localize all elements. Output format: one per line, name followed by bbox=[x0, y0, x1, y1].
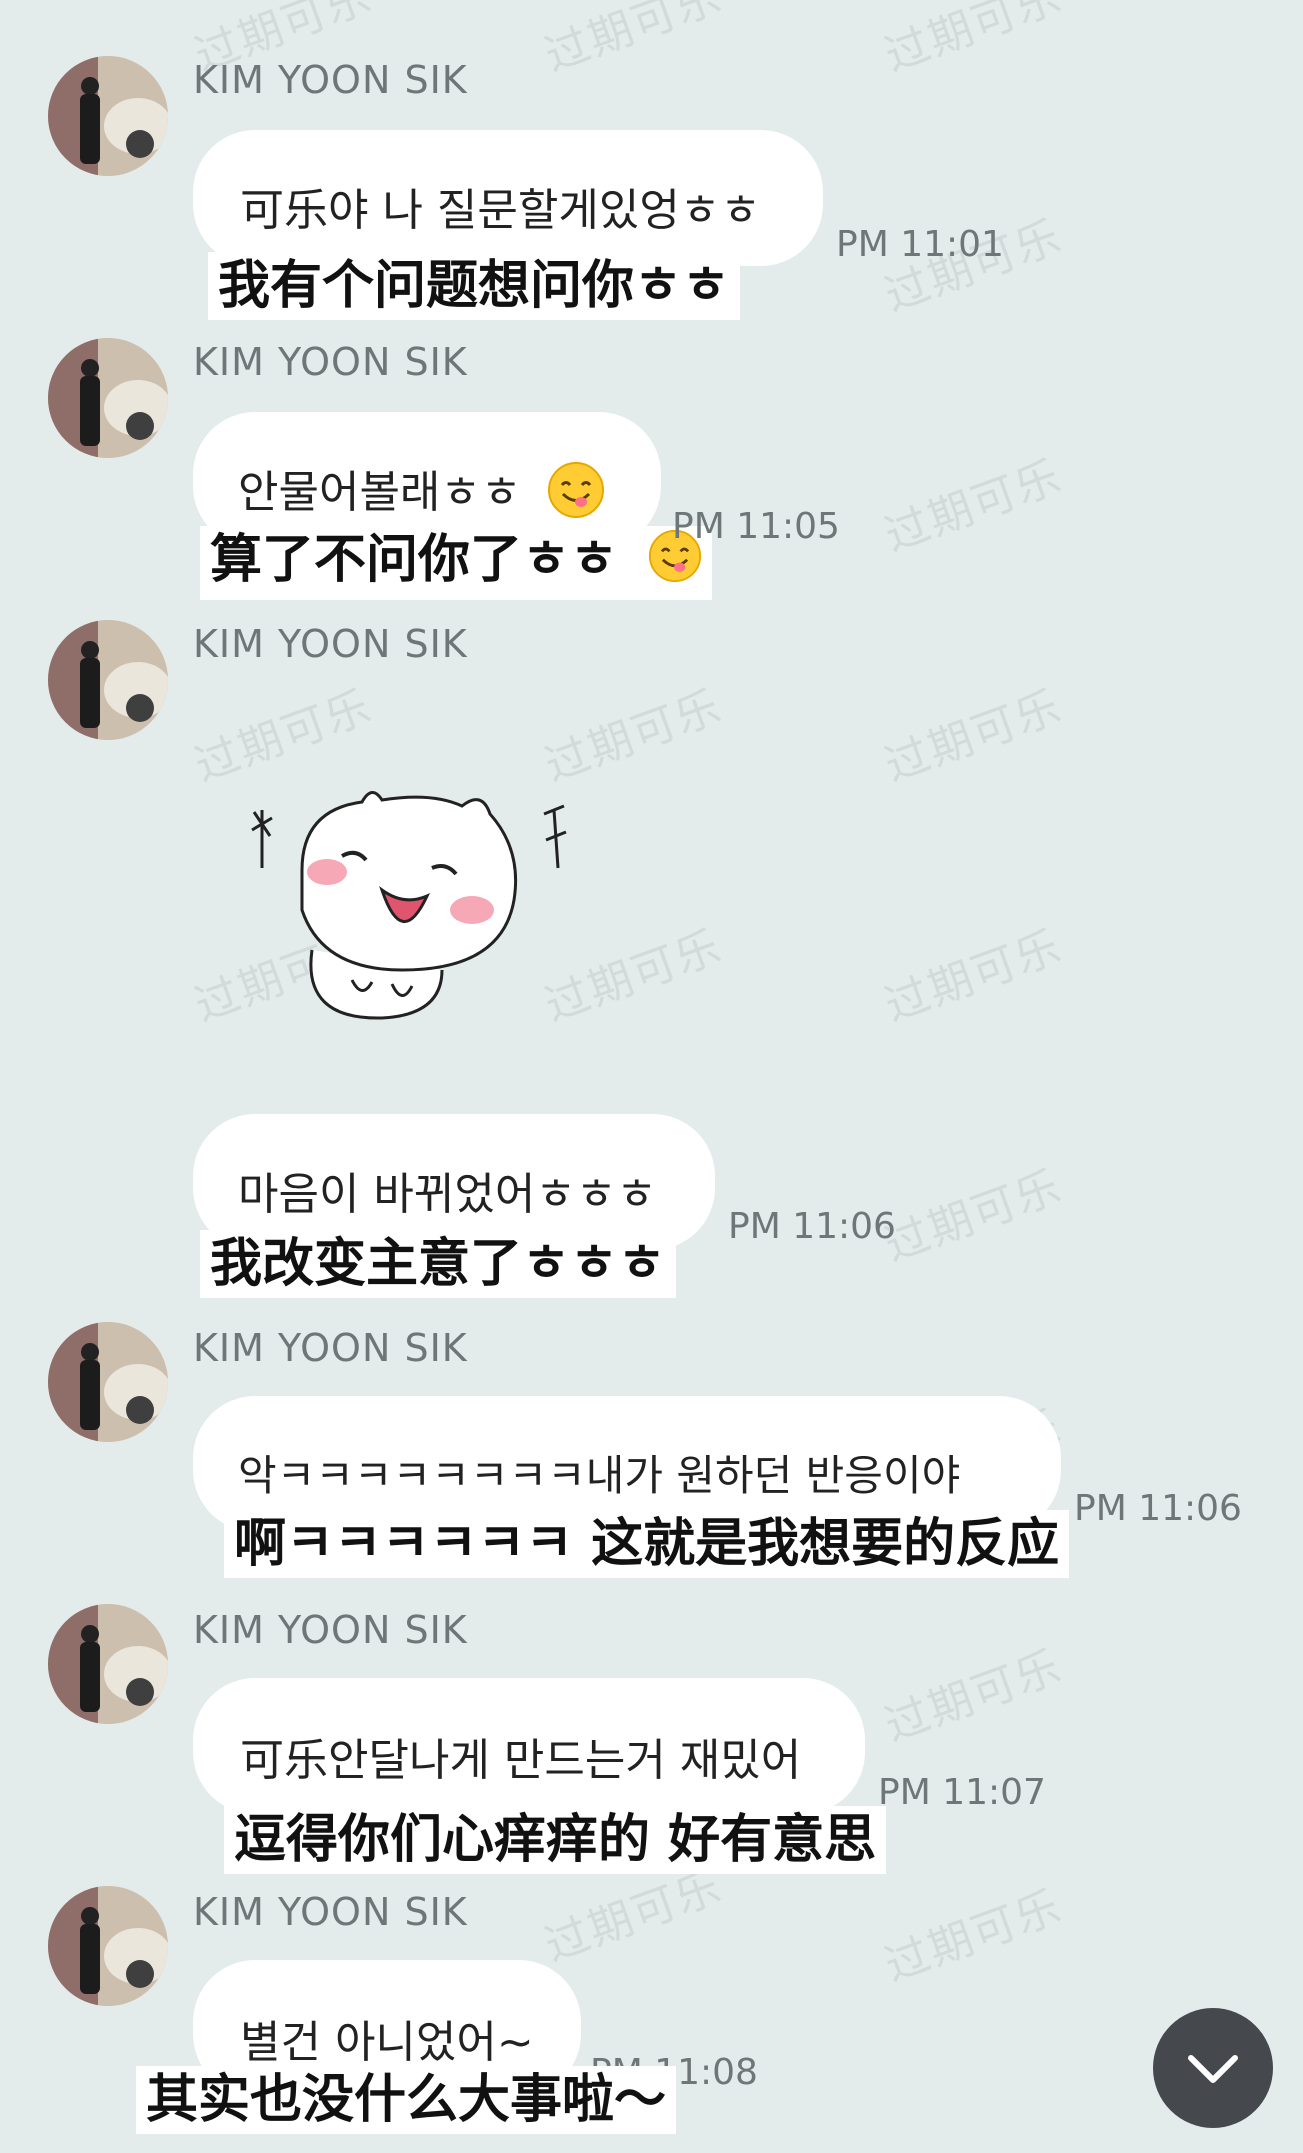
chinese-translation-caption: 啊ㅋㅋㅋㅋㅋㅋ 这就是我想要的反应 bbox=[224, 1510, 1070, 1578]
avatar-photo bbox=[48, 56, 168, 176]
avatar[interactable] bbox=[48, 620, 168, 740]
avatar[interactable] bbox=[48, 1604, 168, 1724]
message-timestamp: PM 11:01 bbox=[836, 224, 1004, 265]
watermark: 过期可乐 bbox=[878, 1880, 1069, 1992]
chinese-translation-text: 算了不问你了ㅎㅎ bbox=[210, 530, 618, 590]
chinese-translation-caption: 逗得你们心痒痒的 好有意思 bbox=[224, 1806, 887, 1874]
sender-name: KIM YOON SIK bbox=[193, 340, 468, 384]
korean-message-text: 可乐야 나 질문할게있엉ㅎㅎ bbox=[240, 185, 761, 236]
korean-message-text: 악ㅋㅋㅋㅋㅋㅋㅋㅋ내가 원하던 반응이야 bbox=[238, 1451, 961, 1500]
avatar-photo bbox=[48, 1322, 168, 1442]
happy-bunny-sticker[interactable] bbox=[232, 770, 592, 1030]
korean-message-text: 可乐안달나게 만드는거 재밌어 bbox=[240, 1735, 802, 1786]
korean-message-text: 별건 아니었어~ bbox=[240, 2017, 534, 2068]
chinese-translation-caption: 算了不问你了ㅎㅎ bbox=[200, 526, 712, 600]
watermark: 过期可乐 bbox=[878, 450, 1069, 562]
message-timestamp: PM 11:07 bbox=[878, 1772, 1046, 1813]
avatar[interactable] bbox=[48, 1886, 168, 2006]
watermark: 过期可乐 bbox=[878, 680, 1069, 792]
watermark: 过期可乐 bbox=[538, 0, 729, 82]
chinese-translation-caption: 我改变主意了ㅎㅎㅎ bbox=[200, 1230, 676, 1298]
scroll-to-bottom-button[interactable] bbox=[1153, 2008, 1273, 2128]
watermark: 过期可乐 bbox=[878, 1640, 1069, 1752]
sender-name: KIM YOON SIK bbox=[193, 1608, 468, 1652]
message-timestamp: PM 11:05 bbox=[672, 506, 840, 547]
watermark: 过期可乐 bbox=[878, 0, 1069, 82]
avatar-photo bbox=[48, 620, 168, 740]
chinese-translation-caption: 我有个问题想问你ㅎㅎ bbox=[208, 252, 740, 320]
sender-name: KIM YOON SIK bbox=[193, 1326, 468, 1370]
sender-name: KIM YOON SIK bbox=[193, 1890, 468, 1934]
korean-message-label: 안물어볼래ㅎㅎ bbox=[238, 467, 522, 518]
message-timestamp: PM 11:06 bbox=[1074, 1488, 1242, 1529]
sender-name: KIM YOON SIK bbox=[193, 58, 468, 102]
sender-name: KIM YOON SIK bbox=[193, 622, 468, 666]
avatar[interactable] bbox=[48, 56, 168, 176]
korean-message-text: 마음이 바뀌었어ㅎㅎㅎ bbox=[238, 1169, 657, 1220]
avatar-photo bbox=[48, 338, 168, 458]
yum-emoji-icon bbox=[547, 461, 605, 530]
watermark: 过期可乐 bbox=[878, 1160, 1069, 1272]
avatar-photo bbox=[48, 1886, 168, 2006]
message-timestamp: PM 11:06 bbox=[728, 1206, 896, 1247]
avatar-photo bbox=[48, 1604, 168, 1724]
avatar[interactable] bbox=[48, 1322, 168, 1442]
chevron-down-icon bbox=[1188, 2055, 1238, 2083]
watermark: 过期可乐 bbox=[878, 920, 1069, 1032]
avatar[interactable] bbox=[48, 338, 168, 458]
chinese-translation-caption: 其实也没什么大事啦～ bbox=[136, 2066, 677, 2134]
korean-message-text: 안물어볼래ㅎㅎ bbox=[238, 456, 605, 530]
